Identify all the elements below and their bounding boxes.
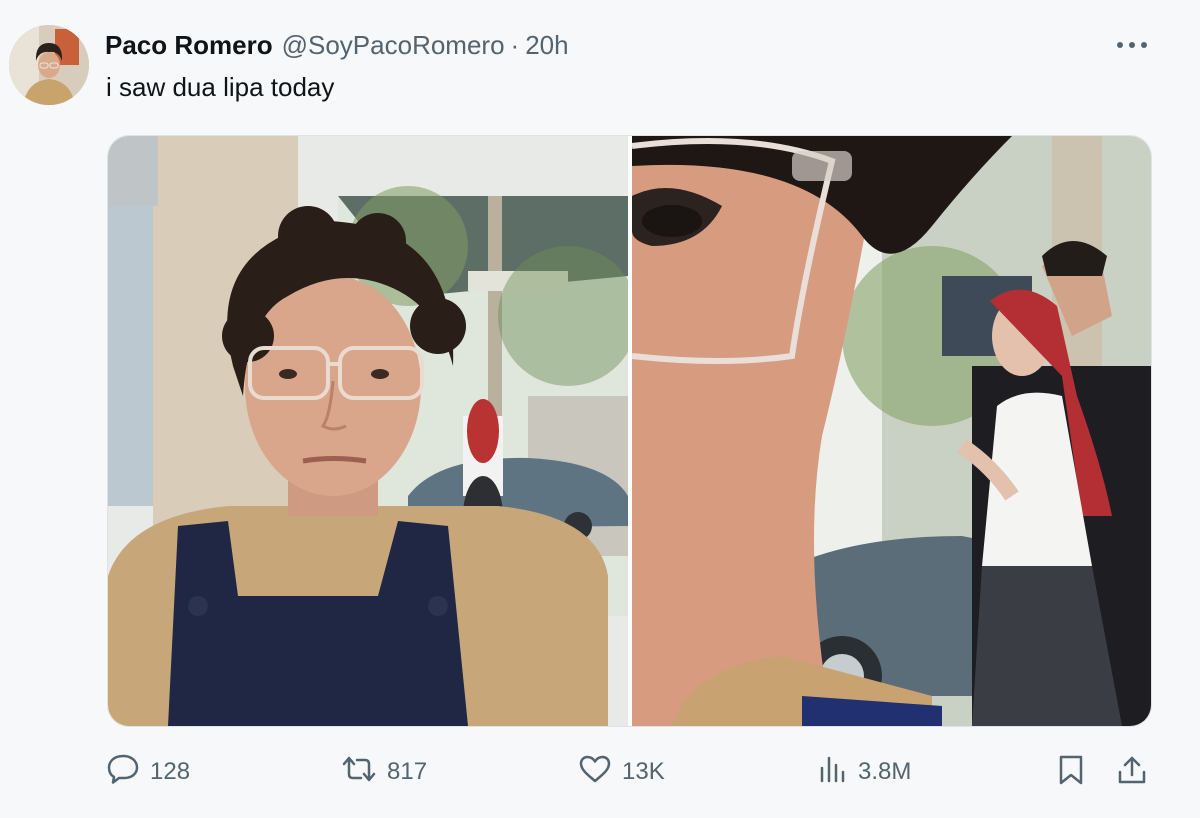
author-handle[interactable]: @SoyPacoRomero	[282, 30, 505, 61]
avatar[interactable]	[9, 25, 89, 105]
views-button[interactable]: 3.8M	[818, 750, 911, 794]
media-image-right[interactable]	[632, 136, 1151, 726]
retweet-icon	[341, 754, 387, 791]
more-icon[interactable]	[1112, 30, 1152, 60]
author-name[interactable]: Paco Romero	[105, 30, 273, 61]
action-bar: 128 817 13K 3.8M	[0, 750, 1200, 794]
like-button[interactable]: 13K	[578, 750, 665, 794]
share-button[interactable]	[1117, 750, 1147, 794]
like-icon	[578, 754, 622, 791]
media-image-left[interactable]	[108, 136, 628, 726]
bookmark-icon	[1058, 754, 1084, 791]
tweet-header: Paco Romero @SoyPacoRomero · 20h	[105, 28, 569, 62]
reply-icon	[106, 753, 150, 792]
views-icon	[818, 754, 858, 791]
retweet-button[interactable]: 817	[341, 750, 427, 794]
reply-count: 128	[150, 758, 191, 785]
views-count: 3.8M	[858, 758, 912, 785]
share-icon	[1117, 754, 1147, 791]
tweet-text: i saw dua lipa today	[106, 72, 335, 102]
separator-dot: ·	[510, 29, 520, 60]
media-grid[interactable]	[107, 135, 1152, 727]
reply-button[interactable]: 128	[106, 750, 190, 794]
timestamp[interactable]: 20h	[525, 30, 568, 61]
retweet-count: 817	[387, 758, 428, 785]
bookmark-button[interactable]	[1058, 750, 1084, 794]
like-count: 13K	[622, 758, 665, 785]
tweet[interactable]: Paco Romero @SoyPacoRomero · 20h i saw d…	[0, 0, 1200, 818]
